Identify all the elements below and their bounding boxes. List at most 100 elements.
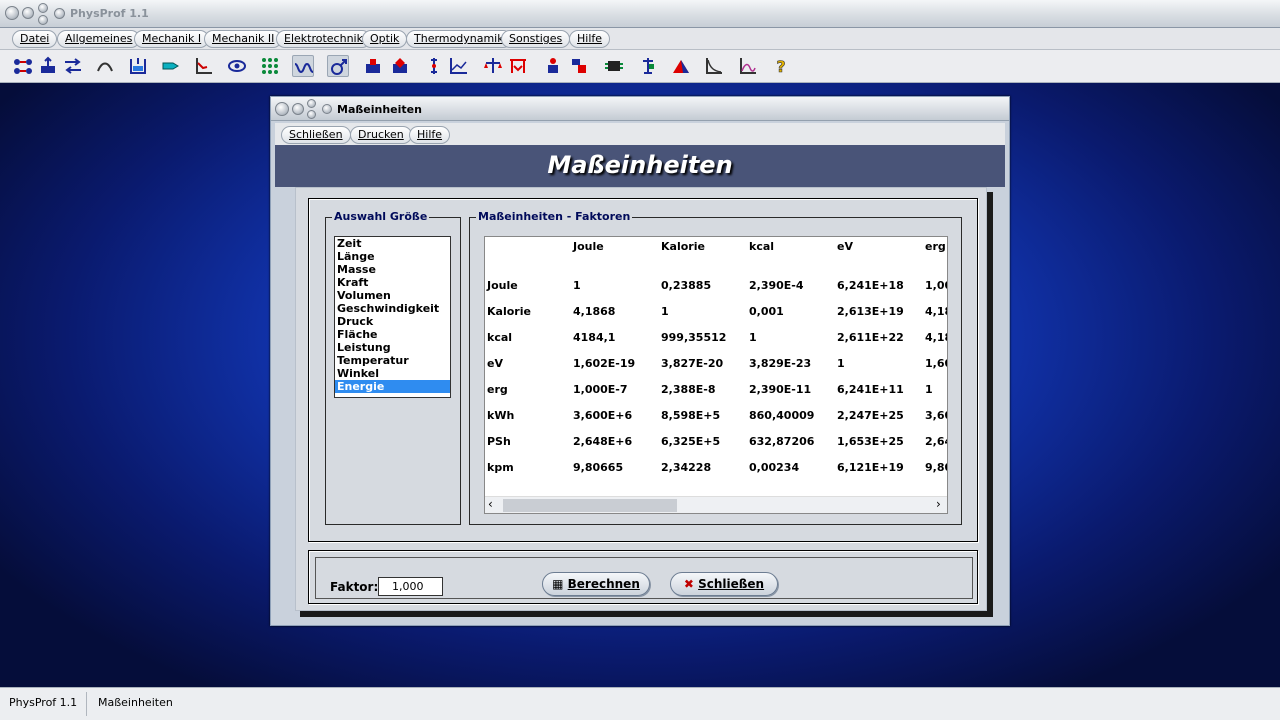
exchange-icon[interactable] — [62, 55, 84, 77]
decay-icon[interactable] — [703, 55, 725, 77]
menu-mechanik-1[interactable]: Mechanik I — [134, 30, 210, 48]
calculate-button-label: Berechnen — [567, 577, 640, 591]
list-item-selected[interactable]: Energie — [335, 380, 450, 393]
lattice-icon[interactable] — [259, 55, 281, 77]
table-cell: 2,648E+6 — [573, 435, 633, 448]
window-maximize-button[interactable] — [38, 3, 48, 13]
table-cell: 2,390E-11 — [749, 383, 812, 396]
fluid-icon[interactable] — [127, 55, 149, 77]
table-cell: 9,80665 — [573, 461, 624, 474]
close-button[interactable]: ✖ Schließen — [670, 572, 778, 596]
table-cell: 6,325E+5 — [661, 435, 721, 448]
particles-icon[interactable] — [12, 55, 34, 77]
scrollbar-thumb[interactable] — [503, 499, 677, 512]
dialog-menu-close[interactable]: Schließen — [281, 126, 351, 144]
menu-elektrotechnik[interactable]: Elektrotechnik — [276, 30, 371, 48]
body-shadow — [987, 192, 993, 616]
menu-datei[interactable]: Datei — [12, 30, 58, 48]
menu-sonstiges[interactable]: Sonstiges — [501, 30, 571, 48]
chip-icon[interactable] — [603, 55, 625, 77]
press-icon[interactable] — [637, 55, 659, 77]
table-cell: 2,613E+19 — [837, 305, 904, 318]
menu-allgemeines[interactable]: Allgemeines — [57, 30, 141, 48]
factor-table[interactable]: Joule Kalorie kcal eV erg Joule 1 0,23885 2… — [484, 236, 948, 514]
window-close-button[interactable] — [5, 6, 19, 20]
help-icon[interactable]: ? — [770, 55, 792, 77]
balance-icon[interactable] — [482, 55, 504, 77]
factor-row: Faktor: ▦ Berechnen ✖ Schließen — [315, 557, 973, 599]
lift-icon[interactable] — [37, 55, 59, 77]
menu-hilfe[interactable]: Hilfe — [569, 30, 611, 48]
column-icon[interactable] — [423, 55, 445, 77]
table-cell: 0,23885 — [661, 279, 712, 292]
diamond-icon[interactable] — [389, 55, 411, 77]
dialog-close-button[interactable] — [275, 102, 289, 116]
lens-icon[interactable] — [160, 55, 182, 77]
list-item[interactable]: Volumen — [335, 289, 450, 302]
dialog-title: Maßeinheiten — [337, 103, 422, 116]
table-cell: 0,00234 — [749, 461, 800, 474]
list-item[interactable]: Länge — [335, 250, 450, 263]
dialog-maximize-button[interactable] — [307, 99, 316, 108]
people-icon[interactable] — [542, 55, 564, 77]
list-item[interactable]: Fläche — [335, 328, 450, 341]
factor-table-group: Maßeinheiten - Faktoren Joule Kalorie kc… — [469, 210, 962, 525]
frame-icon[interactable] — [507, 55, 529, 77]
calculate-button[interactable]: ▦ Berechnen — [542, 572, 650, 596]
list-item[interactable]: Temperatur — [335, 354, 450, 367]
wave-icon[interactable] — [292, 55, 314, 77]
heater-icon[interactable] — [362, 55, 384, 77]
size-listbox[interactable]: Zeit Länge Masse Kraft Volumen Geschwind… — [334, 236, 451, 398]
row-label: erg — [487, 383, 508, 396]
dialog-menu-print[interactable]: Drucken — [350, 126, 412, 144]
window-menu-button[interactable] — [54, 8, 65, 19]
window-minimize-button[interactable] — [22, 7, 34, 19]
hiker-icon[interactable] — [568, 55, 590, 77]
close-button-label: Schließen — [698, 577, 765, 591]
table-cell: 1 — [749, 331, 757, 344]
table-cell: 860,40009 — [749, 409, 815, 422]
horizontal-scrollbar[interactable]: ‹ › — [485, 496, 947, 513]
toolbar: ? — [0, 50, 1280, 83]
factor-table-label: Maßeinheiten - Faktoren — [476, 210, 633, 223]
table-cell: 3,600E+6 — [573, 409, 633, 422]
menu-optik[interactable]: Optik — [362, 30, 408, 48]
table-cell: 1 — [661, 305, 669, 318]
gender-icon[interactable] — [327, 55, 349, 77]
graph-icon[interactable] — [193, 55, 215, 77]
prism-icon[interactable] — [670, 55, 692, 77]
curve-icon[interactable] — [737, 55, 759, 77]
menubar: Datei Allgemeines Mechanik I Mechanik II… — [0, 28, 1280, 50]
table-cell: 1,602E-19 — [573, 357, 636, 370]
factor-input[interactable] — [378, 577, 443, 596]
body-shadow — [300, 611, 993, 617]
dialog-menu-button[interactable] — [322, 104, 332, 114]
eye-icon[interactable] — [226, 55, 248, 77]
table-cell: 1,000E-7 — [573, 383, 628, 396]
dialog-menu-help[interactable]: Hilfe — [409, 126, 451, 144]
row-label: kpm — [487, 461, 514, 474]
incline-icon[interactable] — [94, 55, 116, 77]
row-label: Kalorie — [487, 305, 531, 318]
dialog-minimize-button[interactable] — [292, 103, 304, 115]
scroll-left-icon[interactable]: ‹ — [488, 497, 493, 511]
scroll-right-icon[interactable]: › — [936, 497, 941, 511]
menu-mechanik-2[interactable]: Mechanik II — [204, 30, 283, 48]
units-dialog: Maßeinheiten Schließen Drucken Hilfe Maß… — [270, 96, 1010, 626]
list-item[interactable]: Masse — [335, 263, 450, 276]
list-item[interactable]: Winkel — [335, 367, 450, 380]
table-cell: 1,653E+25 — [837, 435, 904, 448]
factor-panel: Faktor: ▦ Berechnen ✖ Schließen — [308, 550, 978, 604]
list-item[interactable]: Geschwindigkeit — [335, 302, 450, 315]
row-label: Joule — [487, 279, 518, 292]
menu-thermodynamik[interactable]: Thermodynamik — [406, 30, 512, 48]
list-item[interactable]: Druck — [335, 315, 450, 328]
dialog-restore-button[interactable] — [307, 110, 316, 119]
table-cell: 4,18 — [925, 331, 947, 344]
chart-icon[interactable] — [448, 55, 470, 77]
list-item[interactable]: Leistung — [335, 341, 450, 354]
column-header: Kalorie — [661, 240, 705, 253]
list-item[interactable]: Kraft — [335, 276, 450, 289]
window-restore-button[interactable] — [38, 15, 48, 25]
list-item[interactable]: Zeit — [335, 237, 450, 250]
